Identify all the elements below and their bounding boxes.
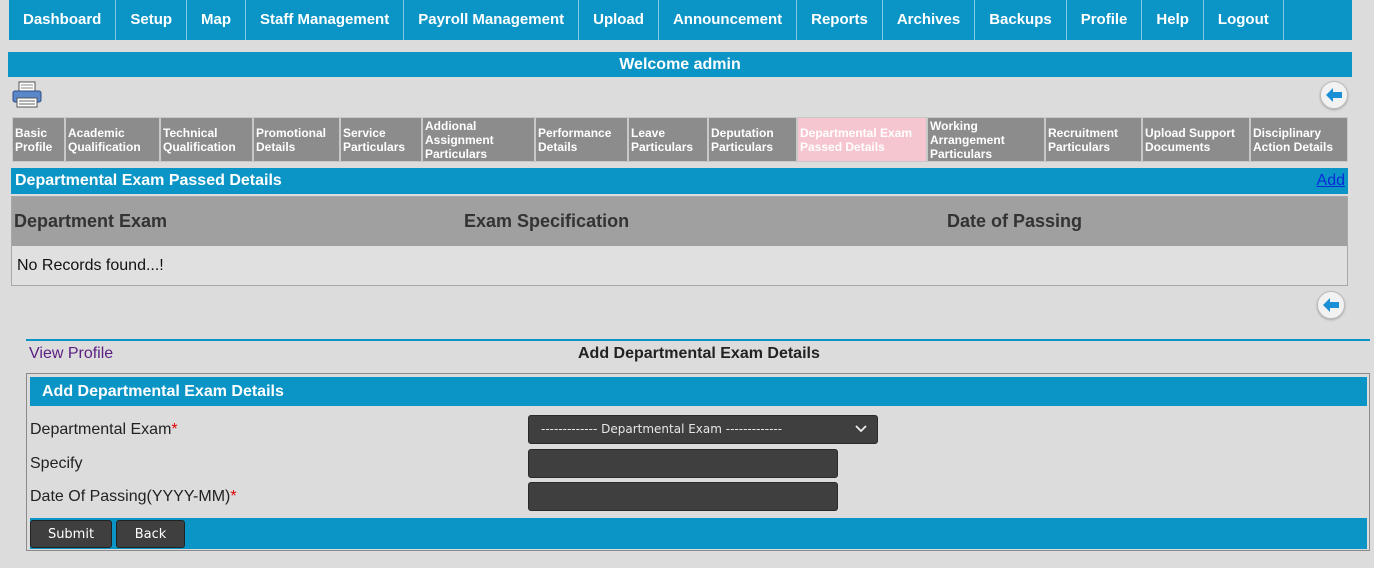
records-table-header: Department Exam Exam Specification Date … [12,197,1347,246]
tab-disciplinary-action-details[interactable]: Disciplinary Action Details [1250,117,1348,162]
tab-addional-assignment-particulars[interactable]: Addional Assignment Particulars [422,117,535,162]
profile-tabs: Basic Profile Academic Qualification Techn… [12,117,1348,162]
records-table: Department Exam Exam Specification Date … [11,196,1348,286]
date-label-text: Date Of Passing(YYYY-MM) [30,488,231,505]
form-heading: Add Departmental Exam Details [578,345,820,362]
tab-leave-particulars[interactable]: Leave Particulars [628,117,708,162]
nav-item-profile[interactable]: Profile [1067,0,1143,40]
back-arrow-icon[interactable] [1320,81,1348,109]
records-title: Departmental Exam Passed Details [15,172,282,189]
nav-item-logout[interactable]: Logout [1204,0,1284,40]
nav-item-help[interactable]: Help [1142,0,1204,40]
nav-item-reports[interactable]: Reports [797,0,883,40]
tab-promotional-details[interactable]: Promotional Details [253,117,340,162]
tab-departmental-exam-passed-details[interactable]: Departmental Exam Passed Details [797,117,927,162]
chevron-down-icon [855,425,867,433]
tab-working-arrangement-particulars[interactable]: Working Arrangement Particulars [927,117,1045,162]
empty-message: No Records found...! [17,257,164,274]
tab-technical-qualification[interactable]: Technical Qualification [160,117,253,162]
nav-item-archives[interactable]: Archives [883,0,976,40]
column-header: Department Exam [14,211,168,231]
date-of-passing-input[interactable] [528,482,838,511]
form-title: Add Departmental Exam Details [30,377,1367,406]
tab-academic-qualification[interactable]: Academic Qualification [65,117,160,162]
print-icon[interactable] [11,81,43,109]
form-actions: Submit Back [30,518,1367,549]
required-mark: * [171,421,178,438]
tab-recruitment-particulars[interactable]: Recruitment Particulars [1045,117,1142,162]
specify-label: Specify [30,455,83,472]
exam-label-text: Departmental Exam [30,421,172,438]
nav-item-backups[interactable]: Backups [975,0,1067,40]
divider [26,339,1370,341]
nav-item-setup[interactable]: Setup [116,0,188,40]
tab-basic-profile[interactable]: Basic Profile [12,117,65,162]
tab-performance-details[interactable]: Performance Details [535,117,628,162]
welcome-banner: Welcome admin [8,52,1352,77]
tab-upload-support-documents[interactable]: Upload Support Documents [1142,117,1250,162]
exam-select-value: ------------- Departmental Exam --------… [541,422,783,436]
nav-item-staff-management[interactable]: Staff Management [246,0,405,40]
top-navigation: Dashboard Setup Map Staff Management Payroll… [9,0,1352,40]
records-header: Departmental Exam Passed Details Add [11,168,1348,194]
add-exam-form: Add Departmental Exam Details Department… [26,373,1370,551]
column-header: Date of Passing [947,211,1083,231]
nav-item-dashboard[interactable]: Dashboard [9,0,117,40]
tab-deputation-particulars[interactable]: Deputation Particulars [708,117,797,162]
required-mark: * [230,488,237,505]
tab-service-particulars[interactable]: Service Particulars [340,117,422,162]
column-header: Exam Specification [464,211,630,231]
departmental-exam-select[interactable]: ------------- Departmental Exam --------… [528,415,878,444]
exam-label: Departmental Exam* [30,421,178,439]
view-profile-link[interactable]: View Profile [29,345,113,363]
nav-item-map[interactable]: Map [187,0,247,40]
back-arrow-icon[interactable] [1317,291,1345,319]
specify-input[interactable] [528,449,838,478]
back-button[interactable]: Back [116,520,185,548]
date-label: Date Of Passing(YYYY-MM)* [30,488,237,506]
add-link[interactable]: Add [1317,168,1345,194]
nav-item-announcement[interactable]: Announcement [659,0,798,40]
nav-item-upload[interactable]: Upload [579,0,659,40]
submit-button[interactable]: Submit [30,520,112,548]
nav-item-payroll-management[interactable]: Payroll Management [404,0,580,40]
